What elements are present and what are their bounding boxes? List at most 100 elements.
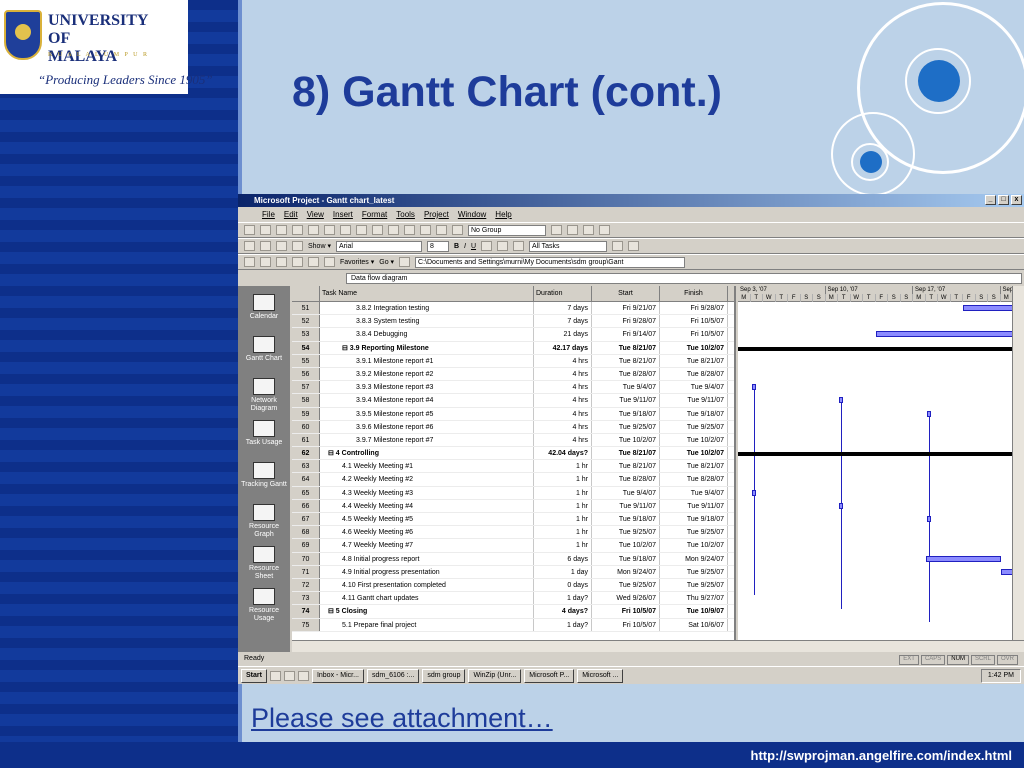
task-info-icon[interactable] (452, 225, 463, 235)
task-finish[interactable]: Tue 10/2/07 (660, 447, 728, 460)
task-start[interactable]: Fri 9/21/07 (592, 302, 660, 315)
task-finish[interactable]: Tue 9/25/07 (660, 420, 728, 433)
task-finish[interactable]: Thu 9/27/07 (660, 592, 728, 605)
task-duration[interactable]: 4 days? (534, 605, 592, 618)
task-start[interactable]: Tue 9/4/07 (592, 486, 660, 499)
show-subtasks-icon[interactable] (276, 241, 287, 251)
menu-format[interactable]: Format (362, 210, 387, 220)
task-start[interactable]: Tue 9/11/07 (592, 394, 660, 407)
menu-file[interactable]: File (262, 210, 275, 220)
new-icon[interactable] (244, 225, 255, 235)
menu-insert[interactable]: Insert (333, 210, 353, 220)
address-field[interactable]: C:\Documents and Settings\murni\My Docum… (415, 256, 686, 268)
menu-edit[interactable]: Edit (284, 210, 298, 220)
task-start[interactable]: Tue 9/18/07 (592, 407, 660, 420)
table-row[interactable]: 51 3.8.2 Integration testing 7 days Fri 9/2… (292, 302, 734, 316)
table-row[interactable]: 63 4.1 Weekly Meeting #1 1 hr Tue 8/21/07 Tu… (292, 460, 734, 474)
task-finish[interactable]: Sat 10/6/07 (660, 618, 728, 631)
home-icon[interactable] (308, 257, 319, 267)
task-finish[interactable]: Tue 9/11/07 (660, 499, 728, 512)
align-left-icon[interactable] (481, 241, 493, 251)
task-finish[interactable]: Tue 9/18/07 (660, 513, 728, 526)
task-finish[interactable]: Fri 10/5/07 (660, 315, 728, 328)
view-resource-sheet[interactable]: Resource Sheet (240, 546, 288, 581)
copy-icon[interactable] (356, 225, 367, 235)
task-name[interactable]: 3.9.3 Milestone report #3 (320, 381, 534, 394)
back-icon[interactable] (244, 257, 255, 267)
table-row[interactable]: 58 3.9.4 Milestone report #4 4 hrs Tue 9/11… (292, 394, 734, 408)
taskbar-button[interactable]: WinZip (Unr... (468, 668, 522, 683)
gantt-wizard-icon[interactable] (628, 241, 640, 251)
align-center-icon[interactable] (497, 241, 509, 251)
taskbar-button[interactable]: Inbox - Micr... (311, 668, 364, 683)
task-start[interactable]: Tue 10/2/07 (592, 539, 660, 552)
task-duration[interactable]: 1 day? (534, 618, 592, 631)
stop-icon[interactable] (276, 257, 287, 267)
task-duration[interactable]: 1 hr (534, 486, 592, 499)
autofilter-icon[interactable] (612, 241, 624, 251)
task-name[interactable]: 3.9.4 Milestone report #4 (320, 394, 534, 407)
minimize-button[interactable]: _ (985, 195, 996, 205)
restore-button[interactable]: □ (998, 195, 1009, 205)
table-row[interactable]: 61 3.9.7 Milestone report #7 4 hrs Tue 10/2… (292, 433, 734, 448)
start-button[interactable]: Start (241, 668, 267, 683)
table-row[interactable]: 64 4.2 Weekly Meeting #2 1 hr Tue 8/28/07 Tu… (292, 473, 734, 487)
menu-help[interactable]: Help (495, 210, 511, 220)
milestone-marker[interactable] (839, 397, 843, 404)
milestone-marker[interactable] (926, 516, 931, 523)
link-icon[interactable] (404, 225, 415, 235)
save-icon[interactable] (276, 225, 287, 235)
task-duration[interactable]: 4 hrs (534, 381, 592, 394)
task-finish[interactable]: Tue 8/21/07 (660, 460, 728, 473)
table-row[interactable]: 72 4.10 First presentation completed 0 day… (292, 578, 734, 593)
task-finish[interactable]: Tue 8/21/07 (660, 354, 728, 367)
task-duration[interactable]: 7 days (534, 315, 592, 328)
column-header-duration[interactable]: Duration (534, 286, 592, 301)
task-start[interactable]: Tue 8/28/07 (592, 367, 660, 381)
font-size-select[interactable]: 8 (426, 240, 449, 252)
task-duration[interactable]: 1 hr (534, 460, 592, 473)
task-duration[interactable]: 1 hr (534, 513, 592, 526)
filter-select[interactable]: All Tasks (529, 240, 608, 252)
help-icon[interactable] (599, 225, 610, 235)
column-header-task-name[interactable]: Task Name (320, 286, 534, 301)
menu-tools[interactable]: Tools (396, 210, 415, 220)
task-name[interactable]: 3.9.5 Milestone report #5 (320, 407, 534, 420)
task-duration[interactable]: 42.17 days (534, 341, 592, 354)
table-row[interactable]: 55 3.9.1 Milestone report #1 4 hrs Tue 8/21… (292, 354, 734, 368)
font-select[interactable]: Arial (335, 240, 422, 252)
task-finish[interactable]: Tue 10/2/07 (660, 539, 728, 552)
milestone-marker[interactable] (926, 410, 931, 417)
task-duration[interactable]: 21 days (534, 328, 592, 341)
task-finish[interactable]: Tue 9/4/07 (660, 381, 728, 394)
attachment-link[interactable]: Please see attachment… (251, 703, 553, 734)
milestone-marker[interactable] (751, 489, 756, 496)
task-duration[interactable]: 1 hr (534, 473, 592, 486)
table-row[interactable]: 62 ⊟ 4 Controlling 42.04 days? Tue 8/21/07 T… (292, 447, 734, 461)
task-bar[interactable] (875, 331, 1024, 338)
task-finish[interactable]: Tue 9/25/07 (660, 526, 728, 539)
task-start[interactable]: Fri 9/14/07 (592, 328, 660, 341)
task-start[interactable]: Tue 9/25/07 (592, 526, 660, 539)
cut-icon[interactable] (340, 225, 351, 235)
task-finish[interactable]: Tue 10/9/07 (660, 605, 728, 618)
view-resource-usage[interactable]: Resource Usage (240, 588, 288, 623)
goto-task-icon[interactable] (583, 225, 594, 235)
task-duration[interactable]: 0 days (534, 578, 592, 592)
forward-icon[interactable] (260, 257, 271, 267)
table-row[interactable]: 73 4.11 Gantt chart updates 1 day? Wed 9/26… (292, 592, 734, 606)
zoom-out-icon[interactable] (567, 225, 578, 235)
underline-button[interactable]: U (471, 243, 476, 250)
task-name[interactable]: ⊟ 5 Closing (320, 605, 534, 618)
open-icon[interactable] (260, 225, 271, 235)
milestone-marker[interactable] (751, 384, 756, 391)
bold-button[interactable]: B (454, 243, 459, 250)
task-name[interactable]: 4.1 Weekly Meeting #1 (320, 460, 534, 473)
task-duration[interactable]: 4 hrs (534, 420, 592, 433)
task-start[interactable]: Fri 10/5/07 (592, 605, 660, 618)
menu-view[interactable]: View (307, 210, 324, 220)
task-start[interactable]: Fri 10/5/07 (592, 618, 660, 631)
table-row[interactable]: 75 5.1 Prepare final project 1 day? Fri 10/… (292, 618, 734, 632)
print-icon[interactable] (292, 225, 303, 235)
task-bar[interactable] (925, 555, 1001, 562)
